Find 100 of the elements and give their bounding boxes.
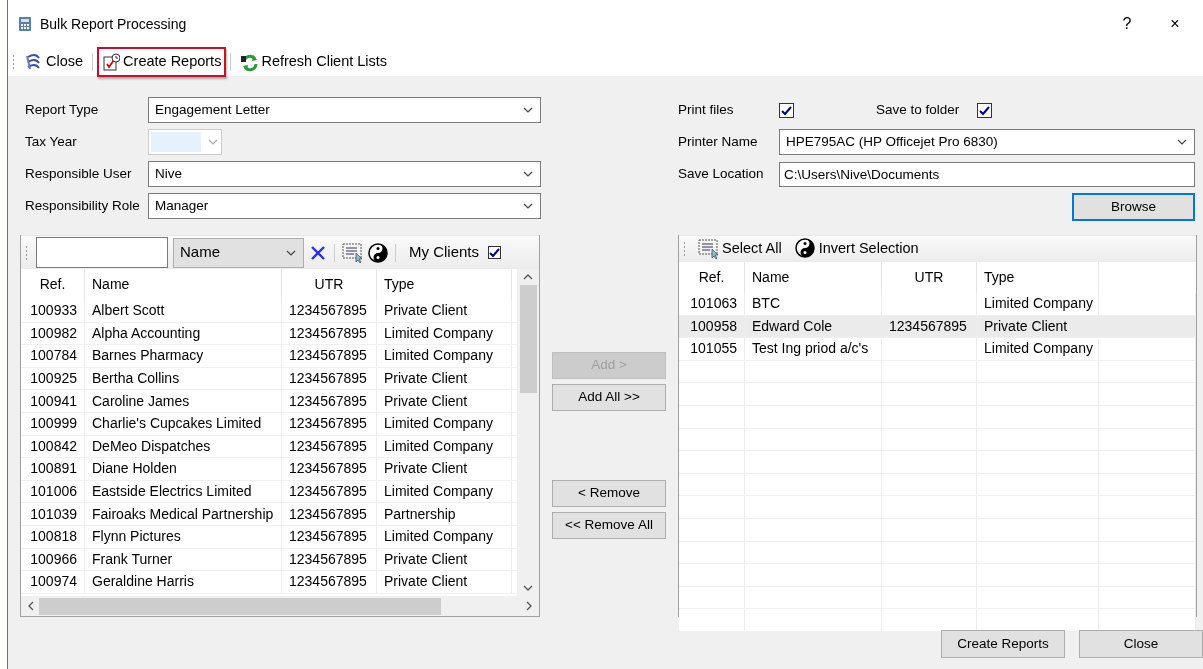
- table-cell: Bertha Collins: [85, 367, 282, 390]
- table-cell: 1234567895: [282, 390, 377, 412]
- table-cell: BTC: [745, 293, 882, 315]
- table-cell: Limited Company: [377, 322, 512, 345]
- toolbar-button[interactable]: Create Reports: [97, 47, 227, 77]
- table-row[interactable]: 100933 Albert Scott 1234567895 Private Client: [21, 300, 517, 323]
- table-row[interactable]: 101039 Fairoaks Medical Partnership 1234567895 Partnership: [21, 503, 517, 526]
- search-field[interactable]: [36, 237, 168, 268]
- table-cell: Alpha Accounting: [85, 322, 282, 345]
- table-cell: Partnership: [377, 503, 512, 525]
- printer-combo-box[interactable]: HPE795AC (HP Officejet Pro 6830): [779, 129, 1195, 155]
- table-cell: Limited Company: [377, 412, 512, 435]
- table-row[interactable]: 100941 Caroline James 1234567895 Private Client: [21, 390, 517, 413]
- combo-box[interactable]: Engagement Letter: [148, 97, 541, 123]
- checklist-icon: [102, 52, 121, 72]
- table-cell: 100958: [679, 315, 745, 338]
- table-cell: 101039: [21, 503, 85, 525]
- table-row[interactable]: 101063 BTC Limited Company: [679, 293, 1196, 316]
- table-cell: Caroline James: [85, 390, 282, 412]
- checkbox-label: Save to folder: [876, 100, 961, 119]
- table-cell: 1234567895: [282, 300, 377, 322]
- refresh-icon: [240, 52, 259, 72]
- dialog-button[interactable]: Close: [1079, 630, 1203, 658]
- transfer-button[interactable]: << Remove All: [552, 512, 666, 539]
- chevron-down-icon: [207, 137, 219, 147]
- table-cell: Test Ing priod a/c's: [745, 338, 882, 360]
- table-row[interactable]: 100842 DeMeo Dispatches 1234567895 Limited Company: [21, 435, 517, 459]
- field-label: Responsibility Role: [25, 196, 141, 215]
- filter-combo-box[interactable]: Name: [173, 237, 304, 268]
- field-label: Report Type: [25, 100, 100, 119]
- yin-yang-icon: [794, 238, 816, 260]
- table-cell: 1234567895: [282, 345, 377, 367]
- toolbar-button[interactable]: Close: [20, 47, 89, 77]
- table-row[interactable]: 100784 Barnes Pharmacy 1234567895 Limited Company: [21, 345, 517, 368]
- dialog-button[interactable]: Create Reports: [941, 630, 1065, 658]
- checkbox[interactable]: [977, 102, 992, 118]
- vertical-scrollbar[interactable]: [517, 269, 539, 596]
- table-cell: 1234567895: [282, 503, 377, 525]
- chevron-right-icon[interactable]: [525, 600, 533, 612]
- toolbar-button[interactable]: Refresh Client Lists: [235, 47, 393, 77]
- window-title: Bulk Report Processing: [40, 14, 187, 34]
- table-cell: Private Client: [377, 571, 512, 593]
- table-cell: Private Client: [377, 548, 512, 571]
- table-cell: Frank Turner: [85, 548, 282, 571]
- checkbox[interactable]: [779, 102, 794, 118]
- table-cell: 100933: [21, 300, 85, 322]
- toolbar-button[interactable]: Invert Selection: [790, 236, 923, 262]
- table-cell: Limited Company: [377, 480, 512, 503]
- chevron-down-icon: [522, 169, 534, 179]
- transfer-button[interactable]: Add All >>: [552, 384, 666, 411]
- close-button[interactable]: ×: [1155, 12, 1195, 36]
- combo-box[interactable]: Manager: [148, 193, 541, 219]
- field-label: Save Location: [678, 164, 765, 183]
- checkbox[interactable]: [488, 246, 501, 259]
- checkbox-label: My Clients: [409, 242, 479, 263]
- field-label: Responsible User: [25, 164, 133, 183]
- chevron-left-icon[interactable]: [27, 600, 35, 612]
- horizontal-scrollbar[interactable]: [21, 596, 539, 616]
- help-button[interactable]: ?: [1107, 12, 1147, 36]
- table-row[interactable]: 100999 Charlie's Cupcakes Limited 1234567895 Limited Company: [21, 412, 517, 436]
- table-row[interactable]: 100958 Edward Cole 1234567895 Private Client: [679, 315, 1196, 339]
- combo-box[interactable]: Nive: [148, 161, 541, 187]
- table-cell: 100941: [21, 390, 85, 412]
- table-row[interactable]: 101006 Eastside Electrics Limited 1234567895 Limited Company: [21, 480, 517, 504]
- table-cell: 1234567895: [282, 322, 377, 345]
- transfer-button[interactable]: < Remove: [552, 480, 666, 507]
- table-cell: Limited Company: [377, 345, 512, 367]
- save-location-field[interactable]: C:\Users\Nive\Documents: [779, 161, 1195, 187]
- table-cell: Barnes Pharmacy: [85, 345, 282, 367]
- table-row[interactable]: 100818 Flynn Pictures 1234567895 Limited Company: [21, 525, 517, 549]
- close-icon: [25, 52, 43, 72]
- checkbox-label: Print files: [678, 100, 735, 119]
- table-cell: 100925: [21, 367, 85, 390]
- chevron-down-icon: [1176, 137, 1188, 147]
- table-cell: Private Client: [377, 458, 512, 480]
- toolbar-button[interactable]: Select All: [694, 236, 786, 262]
- table-cell: Flynn Pictures: [85, 525, 282, 548]
- table-cell: 1234567895: [282, 525, 377, 548]
- yin-yang-icon[interactable]: [368, 242, 388, 263]
- table-row[interactable]: 100925 Bertha Collins 1234567895 Private Client: [21, 367, 517, 391]
- table-cell: Albert Scott: [85, 300, 282, 322]
- table-cell: 101063: [679, 293, 745, 315]
- table-cell: 100891: [21, 458, 85, 480]
- table-cell: Private Client: [377, 390, 512, 412]
- table-cell: Eastside Electrics Limited: [85, 480, 282, 503]
- table-cell: Limited Company: [377, 525, 512, 548]
- select-all-icon[interactable]: [342, 241, 363, 264]
- table-cell: 1234567895: [282, 458, 377, 480]
- table-cell: Limited Company: [977, 338, 1099, 360]
- table-row[interactable]: 100982 Alpha Accounting 1234567895 Limited Company: [21, 322, 517, 346]
- clear-icon[interactable]: [309, 243, 327, 262]
- table-row[interactable]: 101055 Test Ing priod a/c's Limited Company: [679, 338, 1196, 361]
- table-row[interactable]: 100974 Geraldine Harris 1234567895 Private Client: [21, 571, 517, 594]
- browse-button[interactable]: Browse: [1072, 193, 1195, 221]
- table-row[interactable]: 100966 Frank Turner 1234567895 Private Client: [21, 548, 517, 572]
- table-cell: 100842: [21, 435, 85, 458]
- chevron-down-icon[interactable]: [522, 584, 534, 592]
- field-label: Printer Name: [678, 132, 759, 151]
- table-row[interactable]: 100891 Diane Holden 1234567895 Private Client: [21, 458, 517, 481]
- chevron-up-icon[interactable]: [522, 273, 534, 281]
